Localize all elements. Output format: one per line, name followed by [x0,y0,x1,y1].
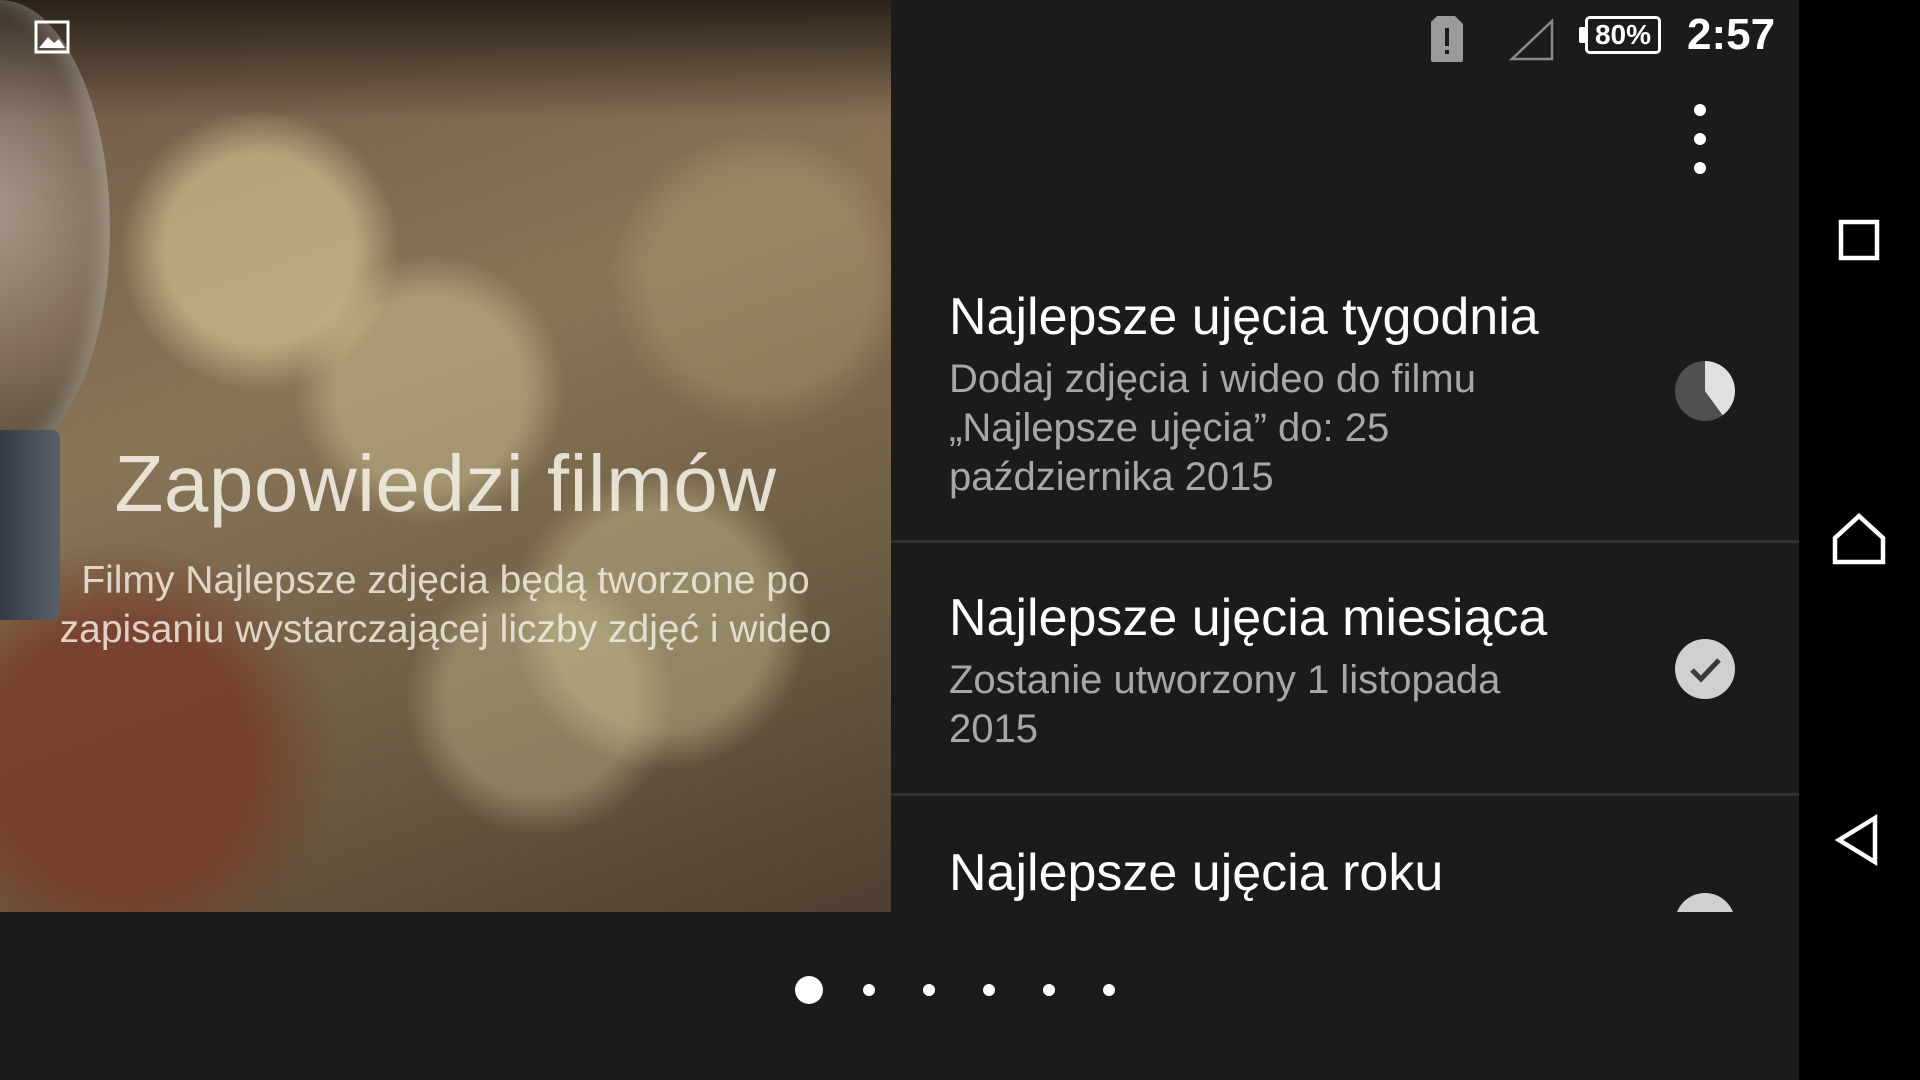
list-item-title: Najlepsze ujęcia tygodnia [949,288,1539,346]
battery-icon: 80% [1585,16,1661,54]
navigation-bar [1799,0,1920,1080]
page-dot[interactable] [983,984,995,996]
list-item-month[interactable]: Najlepsze ujęcia miesiąca Zostanie utwor… [891,543,1799,793]
overflow-dot [1694,104,1706,116]
overflow-dot [1694,133,1706,145]
image-icon[interactable] [34,20,70,54]
back-icon[interactable] [1829,810,1889,870]
page-indicator [0,970,1799,1010]
hero-title: Zapowiedzi filmów [114,439,777,528]
progress-pie-icon [1675,361,1735,421]
check-circle-icon [1675,639,1735,699]
list-item-title: Najlepsze ujęcia miesiąca [949,589,1548,647]
overflow-dot [1694,162,1706,174]
list-item-year[interactable]: Najlepsze ujęcia roku [891,796,1799,912]
page-dot[interactable] [863,984,875,996]
signal-empty-icon [1509,18,1554,61]
status-bar: 80% 2:57 [891,0,1796,80]
list-item-week[interactable]: Najlepsze ujęcia tygodnia Dodaj zdjęcia … [891,262,1799,540]
clock: 2:57 [1687,10,1776,59]
list-item-description: Dodaj zdjęcia i wideo do filmu „Najlepsz… [949,357,1476,499]
page-dot[interactable] [1043,984,1055,996]
list-item-title: Najlepsze ujęcia roku [949,844,1444,902]
highlights-list: Najlepsze ujęcia tygodnia Dodaj zdjęcia … [891,262,1799,912]
list-item-description: Zostanie utworzony 1 listopada 2015 [949,658,1501,751]
page-dot[interactable] [923,984,935,996]
recents-icon[interactable] [1829,210,1889,270]
check-circle-icon [1677,893,1733,912]
overflow-menu-icon[interactable] [1685,104,1715,174]
sim-alert-icon [1431,16,1463,62]
hero-top-shade [0,0,891,120]
home-icon[interactable] [1829,510,1889,570]
hero-panel[interactable]: Zapowiedzi filmów Filmy Najlepsze zdjęci… [0,0,891,912]
page-dot-active[interactable] [795,976,823,1004]
hero-subtitle: Filmy Najlepsze zdjęcia będą tworzone po… [59,559,832,651]
page-dot[interactable] [1103,984,1115,996]
